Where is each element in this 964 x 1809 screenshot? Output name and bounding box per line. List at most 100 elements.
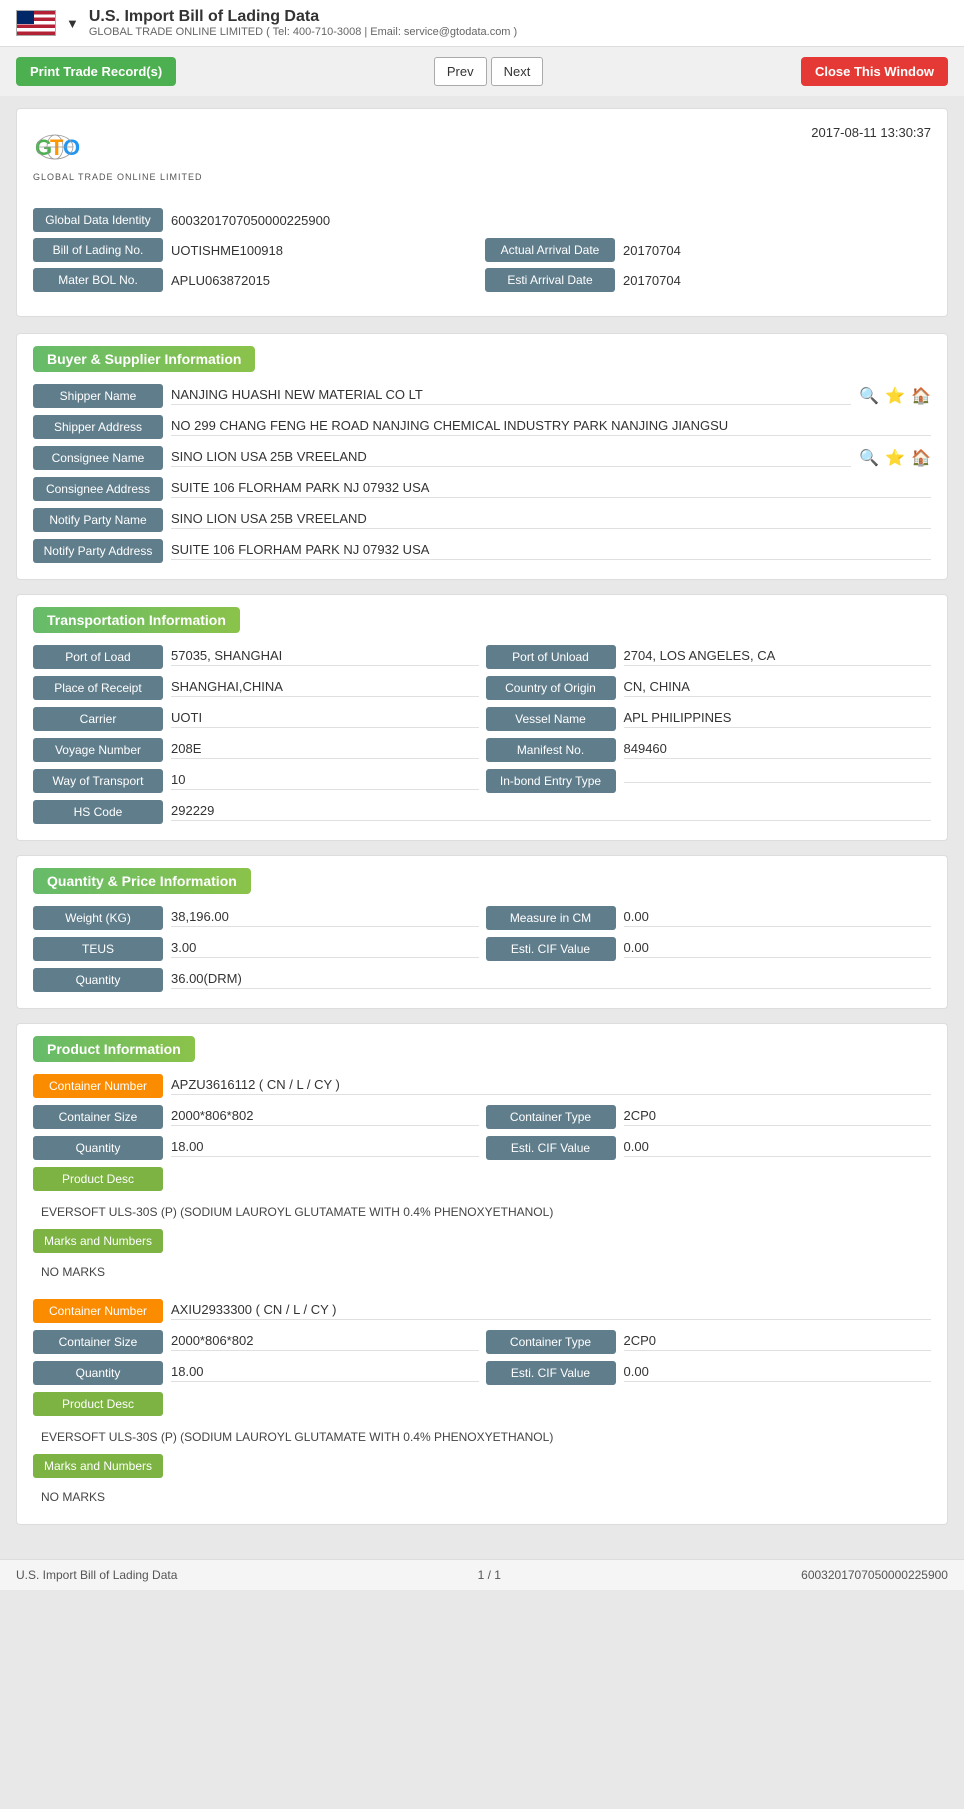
container-1-qty-label: Quantity bbox=[33, 1136, 163, 1160]
container-2-size-row: Container Size 2000*806*802 bbox=[33, 1330, 479, 1354]
prev-button[interactable]: Prev bbox=[434, 57, 487, 86]
container-1: Container Number APZU3616112 ( CN / L / … bbox=[33, 1074, 931, 1283]
container-1-grid: Container Size 2000*806*802 Container Ty… bbox=[33, 1105, 931, 1160]
container-1-qty-value: 18.00 bbox=[171, 1139, 479, 1157]
nav-buttons: Prev Next bbox=[434, 57, 543, 86]
global-data-row: Global Data Identity 6003201707050000225… bbox=[33, 208, 931, 232]
inbond-entry-type-value bbox=[624, 780, 932, 783]
container-1-cif-value: 0.00 bbox=[624, 1139, 932, 1157]
carrier-row: Carrier UOTI bbox=[33, 707, 479, 731]
container-1-marks-section: Marks and Numbers NO MARKS bbox=[33, 1229, 931, 1283]
container-2-marks-label: Marks and Numbers bbox=[33, 1454, 163, 1478]
svg-text:T: T bbox=[50, 135, 64, 160]
quantity-label: Quantity bbox=[33, 968, 163, 992]
esti-cif-label: Esti. CIF Value bbox=[486, 937, 616, 961]
consignee-name-value: SINO LION USA 25B VREELAND bbox=[171, 449, 851, 467]
product-info-title: Product Information bbox=[33, 1036, 195, 1062]
container-1-size-label: Container Size bbox=[33, 1105, 163, 1129]
quantity-value: 36.00(DRM) bbox=[171, 971, 931, 989]
vessel-name-row: Vessel Name APL PHILIPPINES bbox=[486, 707, 932, 731]
flag-icon bbox=[16, 10, 56, 36]
hs-code-label: HS Code bbox=[33, 800, 163, 824]
search-icon[interactable]: 🔍 bbox=[859, 386, 879, 406]
shipper-name-label: Shipper Name bbox=[33, 384, 163, 408]
dropdown-arrow[interactable]: ▼ bbox=[66, 16, 79, 31]
actual-arrival-row: Actual Arrival Date 20170704 bbox=[485, 238, 931, 262]
quantity-price-section: Quantity & Price Information Weight (KG)… bbox=[16, 855, 948, 1009]
weight-row: Weight (KG) 38,196.00 bbox=[33, 906, 479, 930]
teus-row: TEUS 3.00 bbox=[33, 937, 479, 961]
container-1-size-value: 2000*806*802 bbox=[171, 1108, 479, 1126]
way-of-transport-label: Way of Transport bbox=[33, 769, 163, 793]
close-button[interactable]: Close This Window bbox=[801, 57, 948, 86]
container-1-cif-label: Esti. CIF Value bbox=[486, 1136, 616, 1160]
esti-arrival-row: Esti Arrival Date 20170704 bbox=[485, 268, 931, 292]
container-2-marks-value: NO MARKS bbox=[33, 1486, 931, 1508]
way-of-transport-value: 10 bbox=[171, 772, 479, 790]
vessel-name-value: APL PHILIPPINES bbox=[624, 710, 932, 728]
container-2-desc-section: Product Desc EVERSOFT ULS-30S (P) (SODIU… bbox=[33, 1392, 931, 1448]
container-2-cif-row: Esti. CIF Value 0.00 bbox=[486, 1361, 932, 1385]
footer-left: U.S. Import Bill of Lading Data bbox=[16, 1568, 177, 1582]
consignee-address-label: Consignee Address bbox=[33, 477, 163, 501]
container-2-desc-value: EVERSOFT ULS-30S (P) (SODIUM LAUROYL GLU… bbox=[33, 1426, 931, 1448]
shipper-name-value: NANJING HUASHI NEW MATERIAL CO LT bbox=[171, 387, 851, 405]
notify-party-name-value: SINO LION USA 25B VREELAND bbox=[171, 511, 931, 529]
footer-pagination: 1 / 1 bbox=[478, 1568, 501, 1582]
container-1-number-label: Container Number bbox=[33, 1074, 163, 1098]
consignee-star-icon[interactable]: ⭐ bbox=[885, 448, 905, 468]
way-of-transport-row: Way of Transport 10 bbox=[33, 769, 479, 793]
top-bar: ▼ U.S. Import Bill of Lading Data GLOBAL… bbox=[0, 0, 964, 47]
container-2-qty-value: 18.00 bbox=[171, 1364, 479, 1382]
action-bar: Print Trade Record(s) Prev Next Close Th… bbox=[0, 47, 964, 96]
container-2-cif-value: 0.00 bbox=[624, 1364, 932, 1382]
container-2-qty-row: Quantity 18.00 bbox=[33, 1361, 479, 1385]
actual-arrival-value: 20170704 bbox=[623, 243, 931, 258]
esti-arrival-label: Esti Arrival Date bbox=[485, 268, 615, 292]
footer-right: 6003201707050000225900 bbox=[801, 1568, 948, 1582]
quantity-row: Quantity 36.00(DRM) bbox=[33, 968, 931, 992]
esti-arrival-value: 20170704 bbox=[623, 273, 931, 288]
global-data-label: Global Data Identity bbox=[33, 208, 163, 232]
transportation-section: Transportation Information Port of Load … bbox=[16, 594, 948, 841]
container-2-cif-label: Esti. CIF Value bbox=[486, 1361, 616, 1385]
next-button[interactable]: Next bbox=[491, 57, 544, 86]
home-icon[interactable]: 🏠 bbox=[911, 386, 931, 406]
buyer-supplier-section: Buyer & Supplier Information Shipper Nam… bbox=[16, 333, 948, 580]
quantity-price-grid: Weight (KG) 38,196.00 Measure in CM 0.00… bbox=[33, 906, 931, 992]
consignee-home-icon[interactable]: 🏠 bbox=[911, 448, 931, 468]
voyage-number-row: Voyage Number 208E bbox=[33, 738, 479, 762]
shipper-name-row: Shipper Name NANJING HUASHI NEW MATERIAL… bbox=[33, 384, 931, 408]
place-of-receipt-label: Place of Receipt bbox=[33, 676, 163, 700]
place-of-receipt-value: SHANGHAI,CHINA bbox=[171, 679, 479, 697]
consignee-icon-group: 🔍 ⭐ 🏠 bbox=[859, 448, 931, 468]
consignee-name-label: Consignee Name bbox=[33, 446, 163, 470]
mater-bol-value: APLU063872015 bbox=[171, 273, 479, 288]
port-of-unload-value: 2704, LOS ANGELES, CA bbox=[624, 648, 932, 666]
teus-label: TEUS bbox=[33, 937, 163, 961]
country-of-origin-row: Country of Origin CN, CHINA bbox=[486, 676, 932, 700]
container-2-number-label: Container Number bbox=[33, 1299, 163, 1323]
port-of-unload-label: Port of Unload bbox=[486, 645, 616, 669]
notify-party-name-label: Notify Party Name bbox=[33, 508, 163, 532]
mater-bol-row: Mater BOL No. APLU063872015 bbox=[33, 268, 479, 292]
container-1-qty-row: Quantity 18.00 bbox=[33, 1136, 479, 1160]
container-1-number-row: Container Number APZU3616112 ( CN / L / … bbox=[33, 1074, 931, 1098]
port-of-unload-row: Port of Unload 2704, LOS ANGELES, CA bbox=[486, 645, 932, 669]
star-icon[interactable]: ⭐ bbox=[885, 386, 905, 406]
container-2-number-value: AXIU2933300 ( CN / L / CY ) bbox=[171, 1302, 931, 1320]
container-2-number-row: Container Number AXIU2933300 ( CN / L / … bbox=[33, 1299, 931, 1323]
container-1-type-value: 2CP0 bbox=[624, 1108, 932, 1126]
transportation-grid: Port of Load 57035, SHANGHAI Port of Unl… bbox=[33, 645, 931, 824]
notify-party-address-value: SUITE 106 FLORHAM PARK NJ 07932 USA bbox=[171, 542, 931, 560]
esti-cif-value: 0.00 bbox=[624, 940, 932, 958]
doc-footer: U.S. Import Bill of Lading Data 1 / 1 60… bbox=[0, 1559, 964, 1590]
actual-arrival-label: Actual Arrival Date bbox=[485, 238, 615, 262]
shipper-address-row: Shipper Address NO 299 CHANG FENG HE ROA… bbox=[33, 415, 931, 439]
consignee-name-row: Consignee Name SINO LION USA 25B VREELAN… bbox=[33, 446, 931, 470]
print-button[interactable]: Print Trade Record(s) bbox=[16, 57, 176, 86]
gto-logo: G T O bbox=[33, 125, 123, 170]
consignee-search-icon[interactable]: 🔍 bbox=[859, 448, 879, 468]
notify-party-name-row: Notify Party Name SINO LION USA 25B VREE… bbox=[33, 508, 931, 532]
manifest-no-label: Manifest No. bbox=[486, 738, 616, 762]
